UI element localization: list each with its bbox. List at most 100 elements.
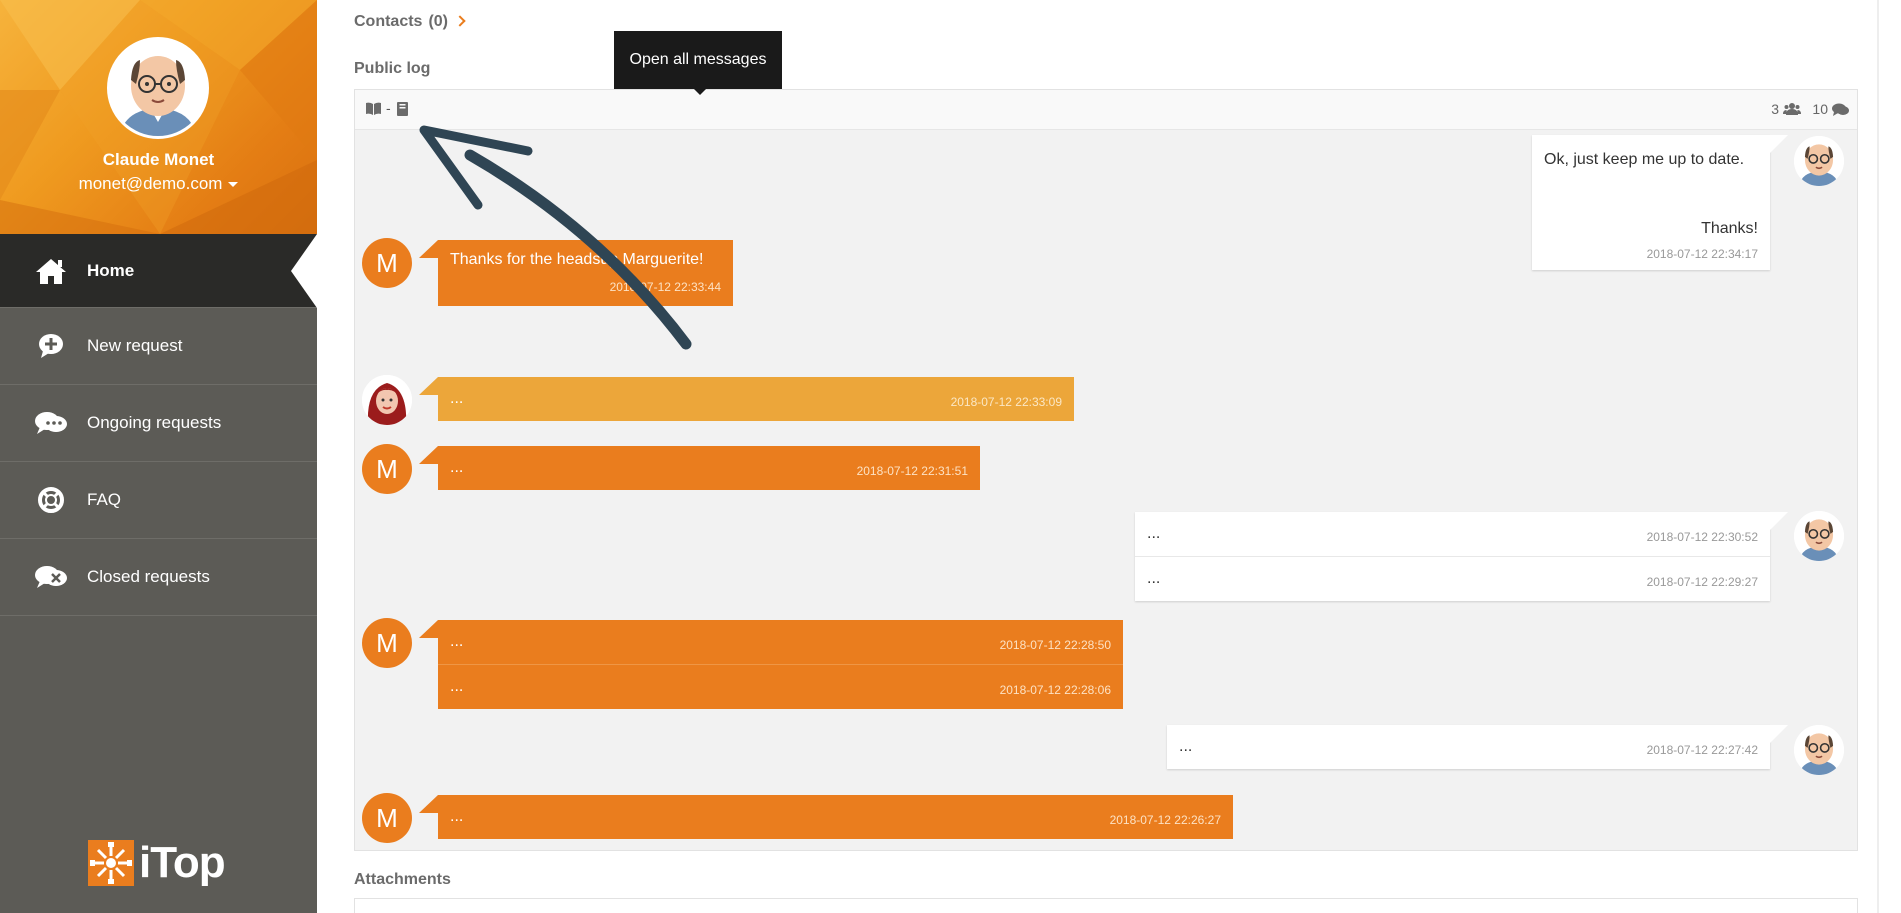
main-menu: Home New request Ongoing requests FAQ Cl…	[0, 234, 317, 616]
closed-requests-icon	[33, 562, 69, 592]
message-text: ...	[450, 808, 464, 825]
menu-item-faq[interactable]: FAQ	[0, 462, 317, 539]
comments-icon	[1832, 103, 1849, 116]
message-line: ... 2018-07-12 22:28:50	[438, 620, 1123, 664]
menu-label-faq: FAQ	[87, 490, 122, 509]
lifebuoy-icon	[33, 485, 69, 515]
close-all-messages-icon[interactable]	[397, 102, 409, 121]
main-content: Contacts (0) Public log - 3 10 Ok, just k…	[317, 0, 1878, 913]
toolbar-separator: -	[386, 100, 391, 116]
message-text: Thanks for the headsup Marguerite!	[450, 251, 704, 268]
menu-label-new-request: New request	[87, 336, 183, 355]
contacts-label: Contacts	[354, 13, 423, 30]
author-avatar-self	[1794, 511, 1844, 561]
message-line: ... 2018-07-12 22:26:27	[438, 795, 1233, 839]
users-icon	[1783, 103, 1801, 115]
attachments-panel	[354, 898, 1858, 913]
contacts-link[interactable]: Contacts (0)	[354, 13, 466, 31]
home-icon	[33, 256, 69, 286]
message-text: ...	[1147, 525, 1161, 542]
bubble-tail	[419, 620, 438, 638]
public-log-toolbar: - 3 10	[355, 90, 1857, 130]
message-timestamp: 2018-07-12 22:33:44	[609, 280, 721, 294]
menu-label-ongoing-requests: Ongoing requests	[87, 413, 222, 432]
author-avatar-m: M	[362, 618, 412, 668]
menu-item-closed-requests[interactable]: Closed requests	[0, 539, 317, 616]
message-line: ... 2018-07-12 22:33:09	[438, 377, 1074, 421]
message-bubble: ... 2018-07-12 22:27:42	[1167, 725, 1770, 769]
new-request-icon	[33, 331, 69, 361]
message-text: ...	[450, 678, 464, 695]
author-avatar-m: M	[362, 444, 412, 494]
message-line: ... 2018-07-12 22:28:06	[438, 664, 1123, 708]
avatar-face-icon	[1794, 136, 1844, 186]
itop-logo: iTop	[88, 838, 226, 888]
message-bubble: ... 2018-07-12 22:33:09	[438, 377, 1074, 421]
user-profile: Claude Monet monet@demo.com	[0, 0, 317, 234]
author-avatar-woman	[362, 375, 412, 425]
message-text: ...	[1147, 570, 1161, 587]
logo-text: iTop	[139, 838, 226, 887]
message-timestamp: 2018-07-12 22:28:06	[999, 683, 1111, 697]
message-line: ... 2018-07-12 22:29:27	[1135, 556, 1770, 600]
message-timestamp: 2018-07-12 22:33:09	[950, 395, 1062, 409]
message-text: Ok, just keep me up to date.	[1544, 151, 1745, 168]
message-text: Thanks!	[1701, 220, 1758, 237]
user-email: monet@demo.com	[78, 174, 223, 193]
message-text: ...	[450, 459, 464, 476]
menu-item-home[interactable]: Home	[0, 234, 317, 308]
message-text: ...	[1179, 738, 1193, 755]
message-timestamp: 2018-07-12 22:29:27	[1646, 575, 1758, 589]
message-bubble: ... 2018-07-12 22:28:50 ... 2018-07-12 2…	[438, 620, 1123, 709]
menu-item-new-request[interactable]: New request	[0, 308, 317, 385]
open-all-messages-icon[interactable]	[365, 102, 382, 120]
chevron-right-icon	[454, 15, 466, 27]
bubble-tail	[419, 377, 438, 395]
messages-count: 10	[1812, 101, 1849, 117]
attachments-label: Attachments	[354, 871, 451, 888]
menu-label-home: Home	[87, 260, 135, 280]
bubble-tail	[1770, 135, 1788, 153]
bubble-tail	[1770, 725, 1788, 743]
messages-count-value: 10	[1812, 101, 1828, 117]
public-log-label: Public log	[354, 60, 431, 77]
message-line: ... 2018-07-12 22:27:42	[1167, 725, 1770, 769]
bubble-tail	[1770, 512, 1788, 530]
message-timestamp: 2018-07-12 22:28:50	[999, 638, 1111, 652]
bubble-tail	[419, 446, 438, 464]
author-avatar-self	[1794, 136, 1844, 186]
message-bubble: Thanks for the headsup Marguerite! 2018-…	[438, 240, 733, 306]
author-avatar-self	[1794, 725, 1844, 775]
author-avatar-m: M	[362, 793, 412, 843]
message-timestamp: 2018-07-12 22:34:17	[1646, 247, 1758, 261]
message-bubble: Ok, just keep me up to date. Thanks! 201…	[1532, 135, 1770, 270]
user-name: Claude Monet	[102, 150, 215, 169]
itop-logo-icon	[88, 840, 134, 886]
avatar-face-icon	[1794, 725, 1844, 775]
bubble-tail	[419, 240, 438, 258]
caret-down-icon	[228, 182, 239, 188]
message-timestamp: 2018-07-12 22:31:51	[856, 464, 968, 478]
public-log-thread: - 3 10 Ok, just keep me up to date. Than…	[354, 89, 1858, 851]
avatar-woman-icon	[362, 375, 412, 425]
menu-item-ongoing-requests[interactable]: Ongoing requests	[0, 385, 317, 462]
message-line: ... 2018-07-12 22:31:51	[438, 446, 980, 490]
page-right-border	[1877, 0, 1879, 913]
participants-count: 3	[1771, 101, 1801, 117]
bubble-tail	[419, 795, 438, 813]
message-text: ...	[450, 633, 464, 650]
message-bubble: ... 2018-07-12 22:30:52 ... 2018-07-12 2…	[1135, 512, 1770, 601]
message-timestamp: 2018-07-12 22:30:52	[1646, 530, 1758, 544]
open-all-messages-tooltip: Open all messages	[614, 31, 782, 95]
message-timestamp: 2018-07-12 22:26:27	[1109, 813, 1221, 827]
menu-label-closed-requests: Closed requests	[87, 567, 210, 586]
message-text: ...	[450, 390, 464, 407]
sidebar: Claude Monet monet@demo.com Home New req…	[0, 0, 317, 913]
author-avatar-m: M	[362, 238, 412, 288]
user-avatar[interactable]	[107, 37, 209, 139]
message-timestamp: 2018-07-12 22:27:42	[1646, 743, 1758, 757]
contacts-count: (0)	[428, 13, 449, 30]
avatar-face-icon	[1794, 511, 1844, 561]
user-email-dropdown[interactable]: monet@demo.com	[0, 174, 317, 194]
message-bubble: ... 2018-07-12 22:26:27	[438, 795, 1233, 839]
